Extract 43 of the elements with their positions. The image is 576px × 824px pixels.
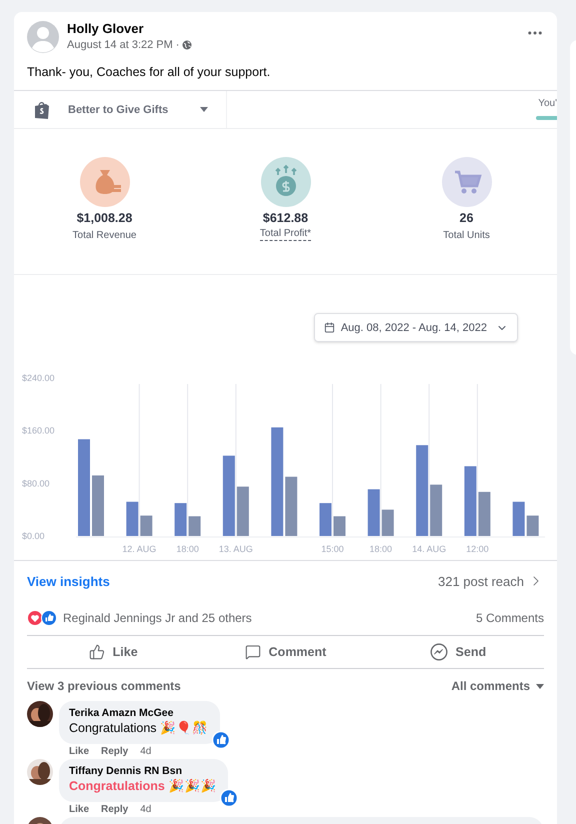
comment-action-link[interactable]: Reply <box>101 745 128 758</box>
x-axis-label: 12. AUG <box>122 544 156 554</box>
x-axis-label: 15:00 <box>321 544 344 554</box>
comment-action-link[interactable]: Like <box>69 745 90 758</box>
stat-value: $612.88 <box>262 210 308 228</box>
separator: · <box>176 38 180 53</box>
comment-text: Congratulations 🎉🎉🎉 <box>69 778 216 796</box>
action-button[interactable]: Send <box>372 636 544 668</box>
reactions-text[interactable]: Reginald Jennings Jr and 25 others <box>63 609 252 628</box>
store-name[interactable]: Better to Give Gifts <box>68 102 168 118</box>
stat-label: Total Profit* <box>260 228 312 241</box>
x-axis-label: 12:00 <box>466 544 489 554</box>
post-time[interactable]: August 14 at 3:22 PM <box>67 37 173 54</box>
stat-value: 26 <box>460 210 474 228</box>
stat-label: Total Revenue <box>72 229 136 243</box>
view-insights-link[interactable]: View insights <box>27 572 110 591</box>
date-range-picker[interactable]: Aug. 08, 2022 - Aug. 14, 2022 <box>314 313 518 342</box>
x-axis-label: 18:00 <box>370 544 392 554</box>
commenter-name[interactable]: Tiffany Dennis RN Bsn <box>69 765 216 778</box>
comment-age: 4d <box>140 745 152 758</box>
sort-comments-dropdown[interactable]: All comments <box>451 677 544 696</box>
comment-age: 4d <box>140 803 152 816</box>
action-button[interactable]: Comment <box>199 636 372 668</box>
stat-label: Total Units <box>443 229 490 243</box>
cut-off-text: You' <box>538 97 557 112</box>
y-axis-label: $240.00 <box>22 373 55 384</box>
comment-text: Congratulations 🎉🎈🎊 <box>69 720 208 738</box>
view-previous-comments-link[interactable]: View 3 previous comments <box>27 677 181 696</box>
y-axis-label: $160.00 <box>22 426 55 436</box>
post-text: Thank- you, Coaches for all of your support. <box>26 64 272 81</box>
x-axis-label: 18:00 <box>176 544 199 554</box>
action-button[interactable]: Like <box>27 636 200 668</box>
comments-count[interactable]: 5 Comments <box>476 609 544 628</box>
x-axis-label: 14. AUG <box>412 544 446 554</box>
x-axis-label: 13. AUG <box>218 544 253 554</box>
author-name[interactable]: Holly Glover <box>67 20 192 37</box>
comment-action-link[interactable]: Reply <box>101 803 128 816</box>
y-axis-label: $80.00 <box>22 478 50 489</box>
stat-value: $1,008.28 <box>76 210 132 228</box>
y-axis-label: $0.00 <box>22 531 45 542</box>
commenter-name[interactable]: Terika Amazn McGee <box>69 707 208 720</box>
post-reach-link[interactable]: 321 post reach <box>438 572 544 591</box>
comment-action-link[interactable]: Like <box>69 803 90 816</box>
